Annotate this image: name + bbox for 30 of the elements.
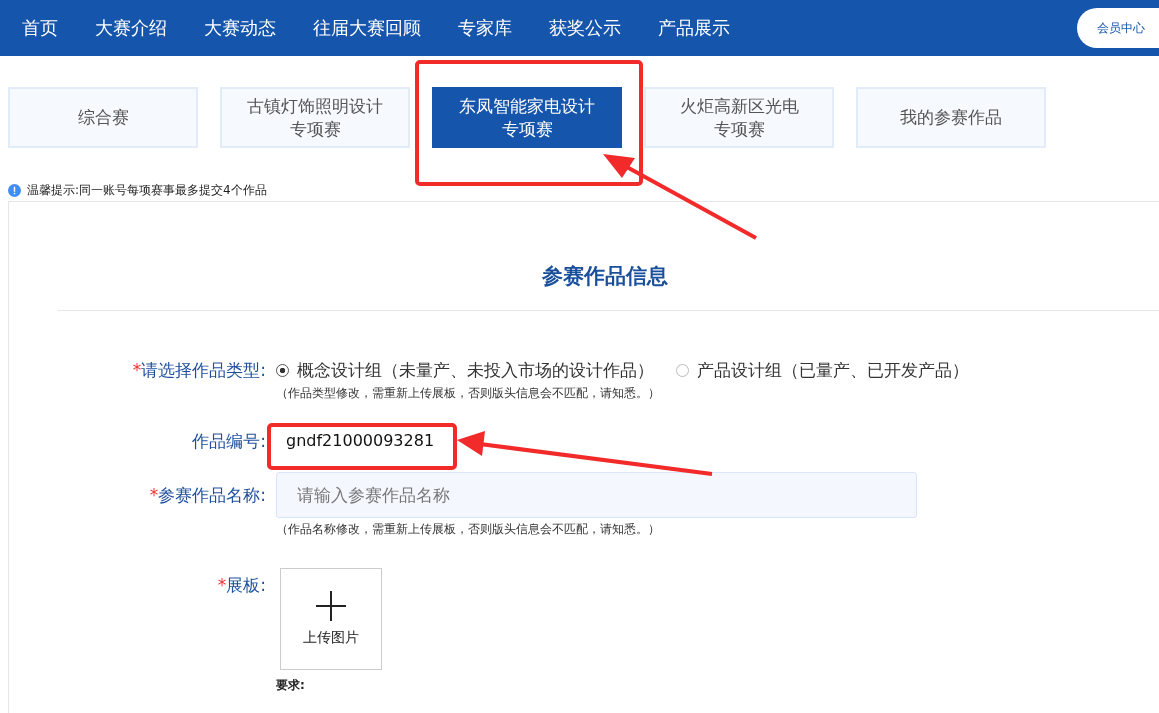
- competition-tab[interactable]: 东凤智能家电设计 专项赛: [432, 87, 622, 148]
- nav-link[interactable]: 往届大赛回顾: [313, 16, 421, 40]
- field-label: 作品编号:: [191, 430, 266, 453]
- field-note: （作品类型修改，需重新上传展板，否则版头信息会不匹配，请知悉。）: [276, 385, 660, 402]
- plus-icon: [316, 591, 346, 621]
- nav-link[interactable]: 获奖公示: [549, 16, 621, 40]
- nav-link[interactable]: 专家库: [458, 16, 512, 40]
- radio-option[interactable]: 产品设计组（已量产、已开发产品）: [676, 358, 969, 382]
- field-note: （作品名称修改，需重新上传展板，否则版头信息会不匹配，请知悉。）: [276, 521, 660, 538]
- nav-link[interactable]: 首页: [22, 16, 58, 40]
- competition-tab[interactable]: 综合赛: [8, 87, 198, 148]
- field-label: *展板:: [216, 574, 266, 597]
- form-title: 参赛作品信息: [542, 263, 669, 290]
- nav-link[interactable]: 大赛介绍: [95, 16, 167, 40]
- work-name-input[interactable]: 请输入参赛作品名称: [276, 472, 917, 518]
- radio-button[interactable]: [276, 363, 289, 377]
- nav-link[interactable]: 产品展示: [658, 16, 730, 40]
- member-center-button[interactable]: 会员中心: [1077, 8, 1159, 48]
- work-number: gndf21000093281: [286, 430, 435, 452]
- tip-text: 温馨提示:同一账号每项赛事最多提交4个作品: [27, 181, 267, 199]
- competition-tab[interactable]: 我的参赛作品: [856, 87, 1046, 148]
- competition-tab[interactable]: 古镇灯饰照明设计 专项赛: [220, 87, 410, 148]
- radio-option[interactable]: 概念设计组（未量产、未投入市场的设计作品）: [276, 358, 654, 382]
- field-label: *参赛作品名称:: [148, 484, 266, 507]
- field-label: *请选择作品类型:: [131, 359, 266, 382]
- upload-image-button[interactable]: 上传图片: [280, 568, 382, 670]
- nav-link[interactable]: 大赛动态: [204, 16, 276, 40]
- competition-tab[interactable]: 火炬高新区光电 专项赛: [644, 87, 834, 148]
- requirements-heading: 要求:: [276, 677, 305, 694]
- info-icon: [8, 183, 21, 197]
